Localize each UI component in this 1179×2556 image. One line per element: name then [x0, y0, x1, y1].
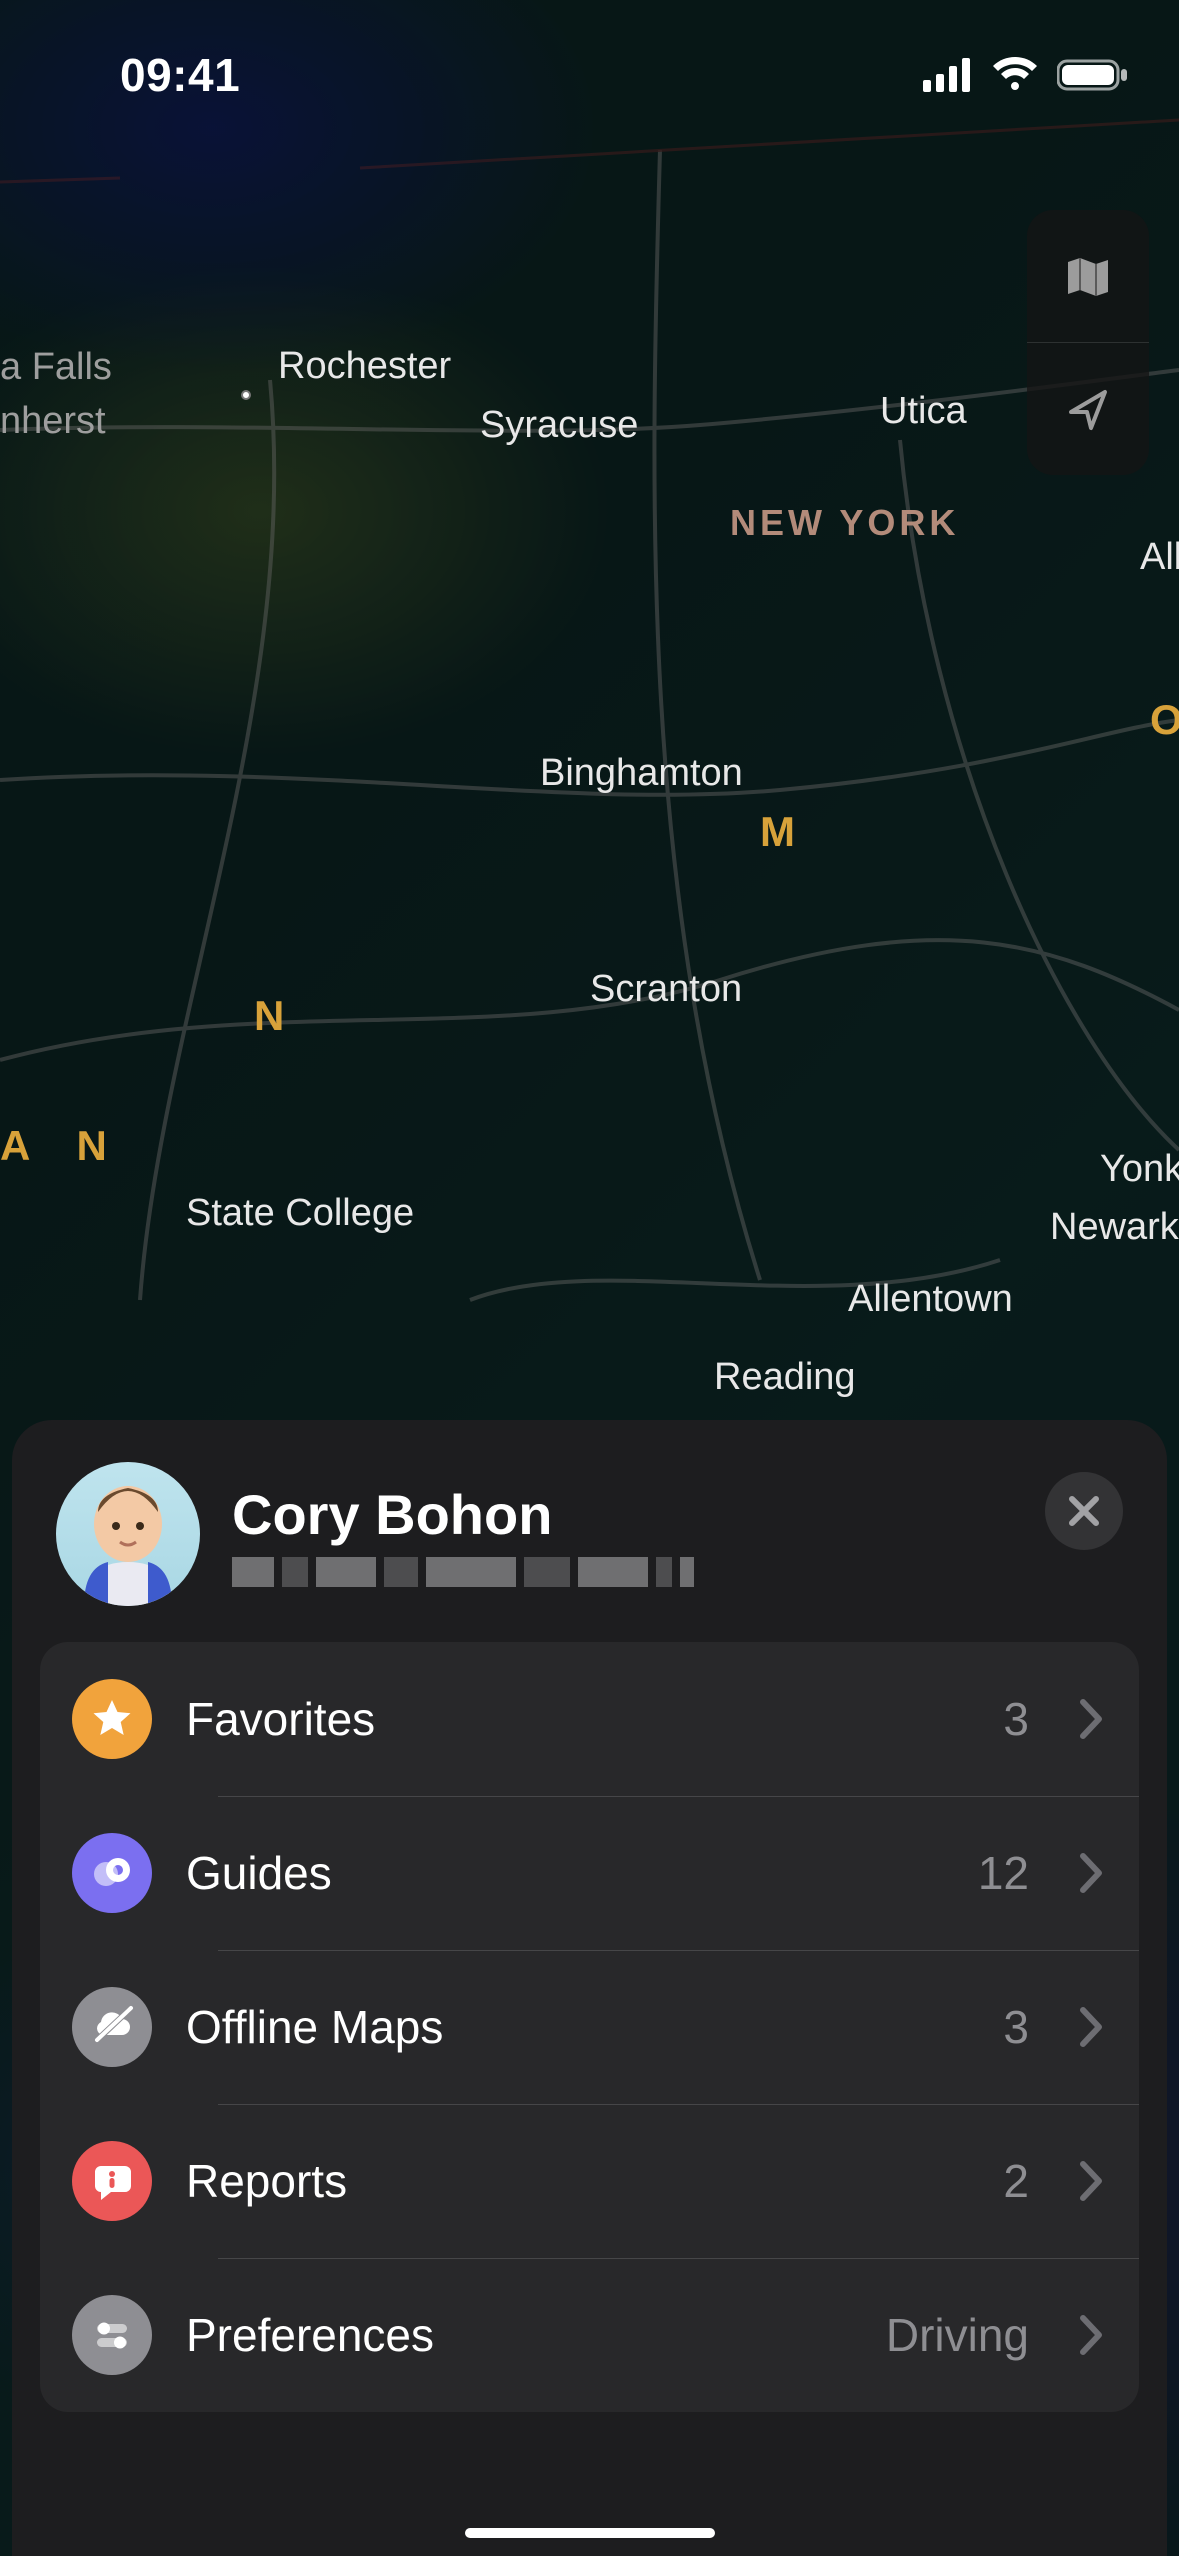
row-value: 3 [1003, 1692, 1029, 1746]
city-label-newark: Newark [1050, 1206, 1179, 1249]
chevron-right-icon [1079, 2006, 1105, 2048]
profile-sheet[interactable]: Cory Bohon Favorites 3 [12, 1420, 1167, 2556]
row-label: Reports [186, 2154, 969, 2208]
row-value: 12 [978, 1846, 1029, 1900]
road-letter-n: N [254, 992, 284, 1040]
profile-menu: Favorites 3 Guides 12 [40, 1642, 1139, 2412]
city-label-syracuse: Syracuse [480, 404, 638, 447]
chevron-right-icon [1079, 2160, 1105, 2202]
city-label-binghamton: Binghamton [540, 752, 743, 795]
row-preferences[interactable]: Preferences Driving [40, 2258, 1139, 2412]
row-label: Offline Maps [186, 2000, 969, 2054]
city-label-falls: a Falls [0, 346, 112, 389]
row-guides[interactable]: Guides 12 [40, 1796, 1139, 1950]
map-mode-button[interactable] [1027, 210, 1149, 342]
city-label-amherst: nherst [0, 400, 106, 443]
report-bubble-icon [72, 2141, 152, 2221]
map-icon [1062, 250, 1114, 302]
row-offline-maps[interactable]: Offline Maps 3 [40, 1950, 1139, 2104]
wifi-icon [991, 57, 1039, 93]
row-label: Preferences [186, 2308, 852, 2362]
city-label-reading: Reading [714, 1356, 856, 1399]
city-label-scranton: Scranton [590, 968, 742, 1011]
status-bar: 09:41 [0, 0, 1179, 120]
row-value: 2 [1003, 2154, 1029, 2208]
star-icon [72, 1679, 152, 1759]
city-label-yonkers: Yonk [1100, 1148, 1179, 1191]
close-icon [1066, 1493, 1102, 1529]
chevron-right-icon [1079, 1698, 1105, 1740]
home-indicator[interactable] [465, 2528, 715, 2538]
road-letter-o: O [1150, 696, 1179, 744]
row-value: 3 [1003, 2000, 1029, 2054]
cellular-icon [923, 58, 973, 92]
city-label-allentown: Allentown [848, 1278, 1013, 1321]
row-label: Guides [186, 1846, 944, 1900]
chevron-right-icon [1079, 1852, 1105, 1894]
user-avatar[interactable] [56, 1462, 200, 1606]
map-controls [1027, 210, 1149, 475]
sliders-icon [72, 2295, 152, 2375]
sheet-header: Cory Bohon [12, 1462, 1167, 1642]
cloud-slash-icon [72, 1987, 152, 2067]
close-button[interactable] [1045, 1472, 1123, 1550]
row-label: Favorites [186, 1692, 969, 1746]
location-arrow-icon [1063, 384, 1113, 434]
row-value: Driving [886, 2308, 1029, 2362]
row-favorites[interactable]: Favorites 3 [40, 1642, 1139, 1796]
row-reports[interactable]: Reports 2 [40, 2104, 1139, 2258]
city-label-utica: Utica [880, 390, 967, 433]
road-letter-m: M [760, 808, 795, 856]
chevron-right-icon [1079, 2314, 1105, 2356]
user-email-redacted [232, 1557, 694, 1587]
locate-me-button[interactable] [1027, 343, 1149, 475]
status-time: 09:41 [120, 48, 240, 102]
city-label-state-college: State College [186, 1192, 414, 1235]
road-letter-an: A N [0, 1122, 125, 1170]
battery-icon [1057, 57, 1129, 93]
city-label-albany: Alb [1140, 536, 1179, 579]
guides-icon [72, 1833, 152, 1913]
region-label: NEW YORK [730, 502, 959, 544]
user-name: Cory Bohon [232, 1482, 694, 1547]
